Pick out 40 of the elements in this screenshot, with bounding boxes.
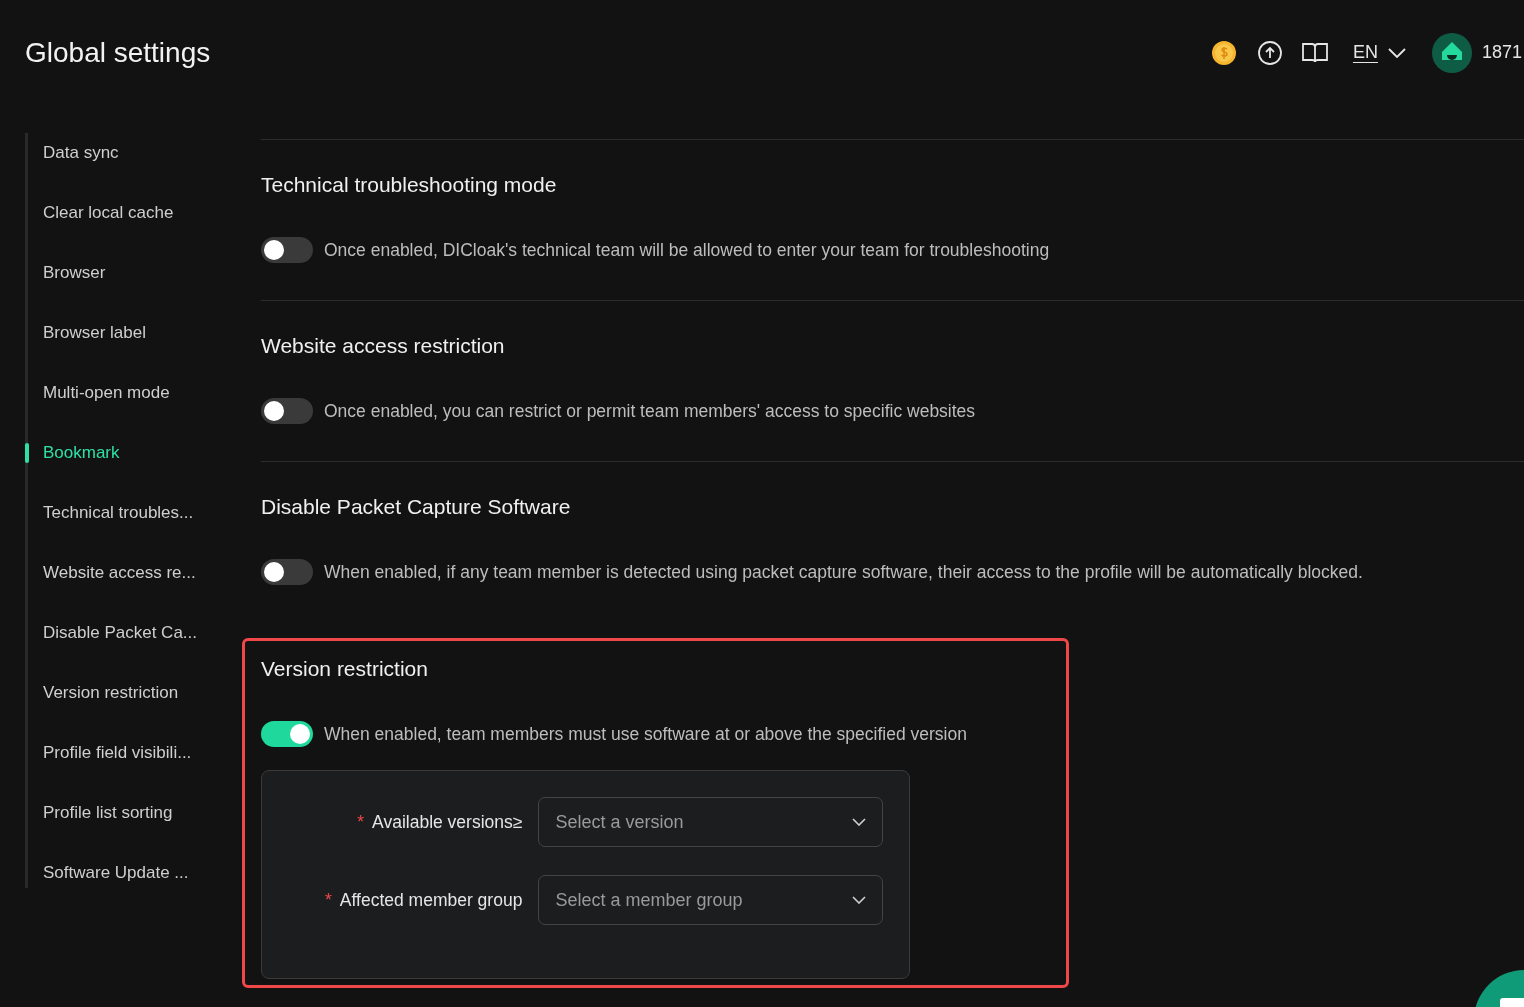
select-field[interactable]: Select a version [538, 797, 883, 847]
sidebar-item[interactable]: Profile field visibili... [25, 733, 244, 793]
section-description: Once enabled, you can restrict or permit team members' access to specific websites [324, 400, 976, 422]
chevron-down-icon [1387, 47, 1406, 58]
upload-icon[interactable] [1256, 39, 1283, 66]
sidebar-item[interactable]: Browser [25, 253, 244, 313]
sidebar-item[interactable]: Multi-open mode [25, 373, 244, 433]
section-description: Once enabled, DICloak's technical team will be allowed to enter your team for troubleshooting [324, 239, 1050, 261]
toggle-switch[interactable] [261, 398, 313, 424]
avatar-icon[interactable] [1431, 32, 1472, 73]
sidebar-item[interactable]: Software Update ... [25, 853, 244, 913]
section-description: When enabled, team members must use software at or above the specified version [324, 723, 967, 745]
toggle-switch[interactable] [261, 559, 313, 585]
section-description: When enabled, if any team member is detected using packet capture software, their access to the profile will be automatically blocked. [324, 561, 1363, 583]
required-mark: * [325, 889, 332, 910]
select-field[interactable]: Select a member group [538, 875, 883, 925]
language-selector[interactable]: EN [1346, 42, 1414, 63]
sidebar-item[interactable]: Profile list sorting [25, 793, 244, 853]
sidebar-item[interactable]: Disable Packet Ca... [25, 613, 244, 673]
section-title: Technical troubleshooting mode [261, 172, 558, 198]
book-icon[interactable] [1300, 40, 1329, 65]
toggle-switch[interactable] [261, 721, 313, 747]
field-label: Available versions≥ [372, 811, 523, 832]
section-title: Version restriction [261, 656, 429, 682]
sidebar-item[interactable]: Clear local cache [25, 193, 244, 253]
chevron-down-icon [852, 818, 866, 826]
sidebar-item[interactable]: Bookmark [25, 433, 244, 493]
sidebar-item[interactable]: Technical troubles... [25, 493, 244, 553]
sidebar-item[interactable]: Website access re... [25, 553, 244, 613]
account-number: 1871 [1481, 42, 1522, 63]
chevron-down-icon [852, 896, 866, 904]
sidebar-item[interactable]: Data sync [25, 133, 244, 193]
toggle-switch[interactable] [261, 237, 313, 263]
page-title: Global settings [25, 36, 211, 69]
sidebar-item[interactable]: Browser label [25, 313, 244, 373]
section-title: Disable Packet Capture Software [261, 494, 572, 520]
section-title: Website access restriction [261, 333, 506, 359]
field-label: Affected member group [339, 889, 523, 910]
required-mark: * [357, 811, 365, 832]
sidebar-item[interactable]: Version restriction [25, 673, 244, 733]
